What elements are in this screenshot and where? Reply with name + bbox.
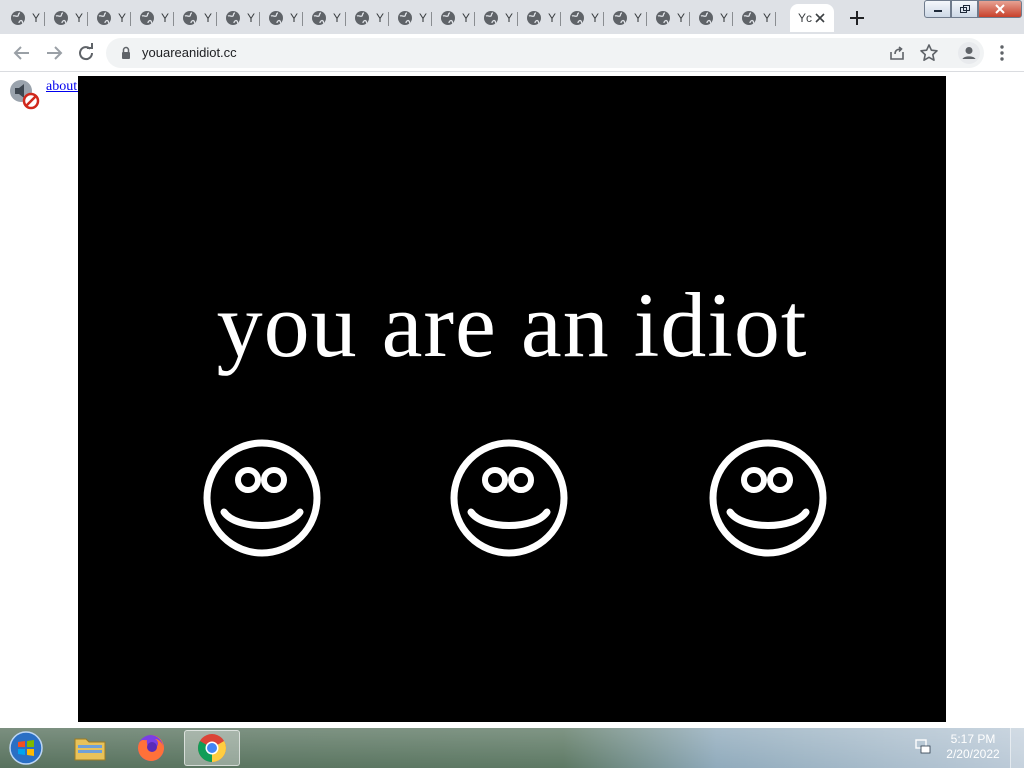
lock-icon[interactable] — [118, 45, 134, 61]
tab-title: Y — [204, 11, 213, 25]
tab-title: Y — [763, 11, 772, 25]
tab-inactive[interactable]: Y — [88, 4, 131, 32]
tab-inactive[interactable]: Y — [389, 4, 432, 32]
tab-title: Y — [548, 11, 557, 25]
globe-icon — [183, 11, 197, 25]
firefox-icon — [138, 735, 164, 761]
globe-icon — [527, 11, 541, 25]
clock-date: 2/20/2022 — [946, 747, 1000, 761]
globe-icon — [656, 11, 670, 25]
smiley-face-icon — [450, 439, 568, 557]
tab-separator — [775, 12, 776, 26]
globe-icon — [54, 11, 68, 25]
globe-icon — [613, 11, 627, 25]
tab-inactive[interactable]: Y — [45, 4, 88, 32]
tab-title: Y — [720, 11, 729, 25]
globe-icon — [312, 11, 326, 25]
page-headline: you are an idiot — [216, 274, 808, 376]
globe-icon — [742, 11, 756, 25]
arrow-left-icon[interactable] — [10, 41, 34, 65]
globe-icon — [699, 11, 713, 25]
star-icon[interactable] — [918, 42, 940, 64]
tab-inactive[interactable]: Y — [217, 4, 260, 32]
tab-title: Y — [118, 11, 127, 25]
browser-toolbar: youareanidiot.cc — [0, 34, 1024, 72]
network-icon[interactable] — [914, 738, 932, 756]
tab-title: Y — [161, 11, 170, 25]
tab-title: Y — [247, 11, 256, 25]
tab-inactive[interactable]: Y — [518, 4, 561, 32]
plus-icon[interactable] — [845, 6, 869, 30]
taskbar-clock[interactable]: 5:17 PM 2/20/2022 — [940, 732, 1006, 762]
muted-speaker-icon — [10, 80, 40, 110]
taskbar-app-explorer[interactable] — [62, 730, 118, 766]
globe-icon — [140, 11, 154, 25]
restore-icon — [959, 5, 970, 13]
tab-title: Y — [333, 11, 342, 25]
profile-icon[interactable] — [957, 41, 981, 65]
tab-inactive[interactable]: Y — [475, 4, 518, 32]
close-icon[interactable] — [812, 10, 828, 26]
arrow-right-icon[interactable] — [42, 41, 66, 65]
clock-time: 5:17 PM — [950, 732, 996, 746]
windows-start-icon[interactable] — [4, 730, 48, 766]
smiley-face-icon — [709, 439, 827, 557]
window-close-button[interactable] — [978, 0, 1022, 18]
tab-title: Y — [376, 11, 385, 25]
tab-inactive[interactable]: Y — [647, 4, 690, 32]
tab-title: Y — [462, 11, 471, 25]
url-text[interactable]: youareanidiot.cc — [142, 45, 237, 60]
tab-inactive[interactable]: Y — [260, 4, 303, 32]
tab-title: Y — [591, 11, 600, 25]
window-close-icon — [995, 4, 1005, 14]
taskbar-app-firefox[interactable] — [123, 730, 179, 766]
tab-inactive[interactable]: Y — [346, 4, 389, 32]
globe-icon — [441, 11, 455, 25]
window-controls — [924, 0, 1022, 20]
tab-title: Y — [505, 11, 514, 25]
tab-strip: Y Y Y Y Y Y Y Y Y Y Y Y Y Y Y Y Y Y Yc — [0, 0, 1024, 34]
windows-taskbar: 5:17 PM 2/20/2022 — [0, 728, 1024, 768]
reload-icon[interactable] — [74, 41, 98, 65]
globe-icon — [269, 11, 283, 25]
tab-title: Y — [634, 11, 643, 25]
tab-inactive[interactable]: Y — [131, 4, 174, 32]
restore-button[interactable] — [951, 0, 978, 18]
tab-title: Y — [32, 11, 41, 25]
web-page: about:blank you are an idiot — [0, 72, 1024, 728]
taskbar-app-chrome[interactable] — [184, 730, 240, 766]
globe-icon — [398, 11, 412, 25]
tab-inactive[interactable]: Y — [174, 4, 217, 32]
folder-icon — [74, 738, 106, 761]
globe-icon — [97, 11, 111, 25]
address-bar[interactable]: youareanidiot.cc — [106, 38, 984, 68]
tab-inactive[interactable]: Y — [2, 4, 45, 32]
tab-active[interactable]: Yc — [790, 4, 834, 32]
minimize-button[interactable] — [924, 0, 951, 18]
chrome-icon — [198, 734, 226, 762]
tab-inactive[interactable]: Y — [690, 4, 733, 32]
tab-inactive[interactable]: Y — [733, 4, 776, 32]
tab-inactive[interactable]: Y — [561, 4, 604, 32]
tab-inactive[interactable]: Y — [432, 4, 475, 32]
globe-icon — [226, 11, 240, 25]
share-icon[interactable] — [886, 42, 908, 64]
minimize-icon — [933, 10, 942, 12]
globe-icon — [355, 11, 369, 25]
globe-icon — [11, 11, 25, 25]
smiley-face-icon — [203, 439, 321, 557]
show-desktop-button[interactable] — [1010, 728, 1024, 768]
globe-icon — [484, 11, 498, 25]
tab-title: Yc — [798, 11, 813, 25]
prank-stage: you are an idiot — [78, 76, 946, 722]
kebab-menu-icon[interactable] — [990, 41, 1014, 65]
tab-inactive[interactable]: Y — [604, 4, 647, 32]
tab-inactive[interactable]: Y — [303, 4, 346, 32]
tab-title: Y — [419, 11, 428, 25]
globe-icon — [570, 11, 584, 25]
tab-title: Y — [75, 11, 84, 25]
tab-title: Y — [290, 11, 299, 25]
tab-title: Y — [677, 11, 686, 25]
